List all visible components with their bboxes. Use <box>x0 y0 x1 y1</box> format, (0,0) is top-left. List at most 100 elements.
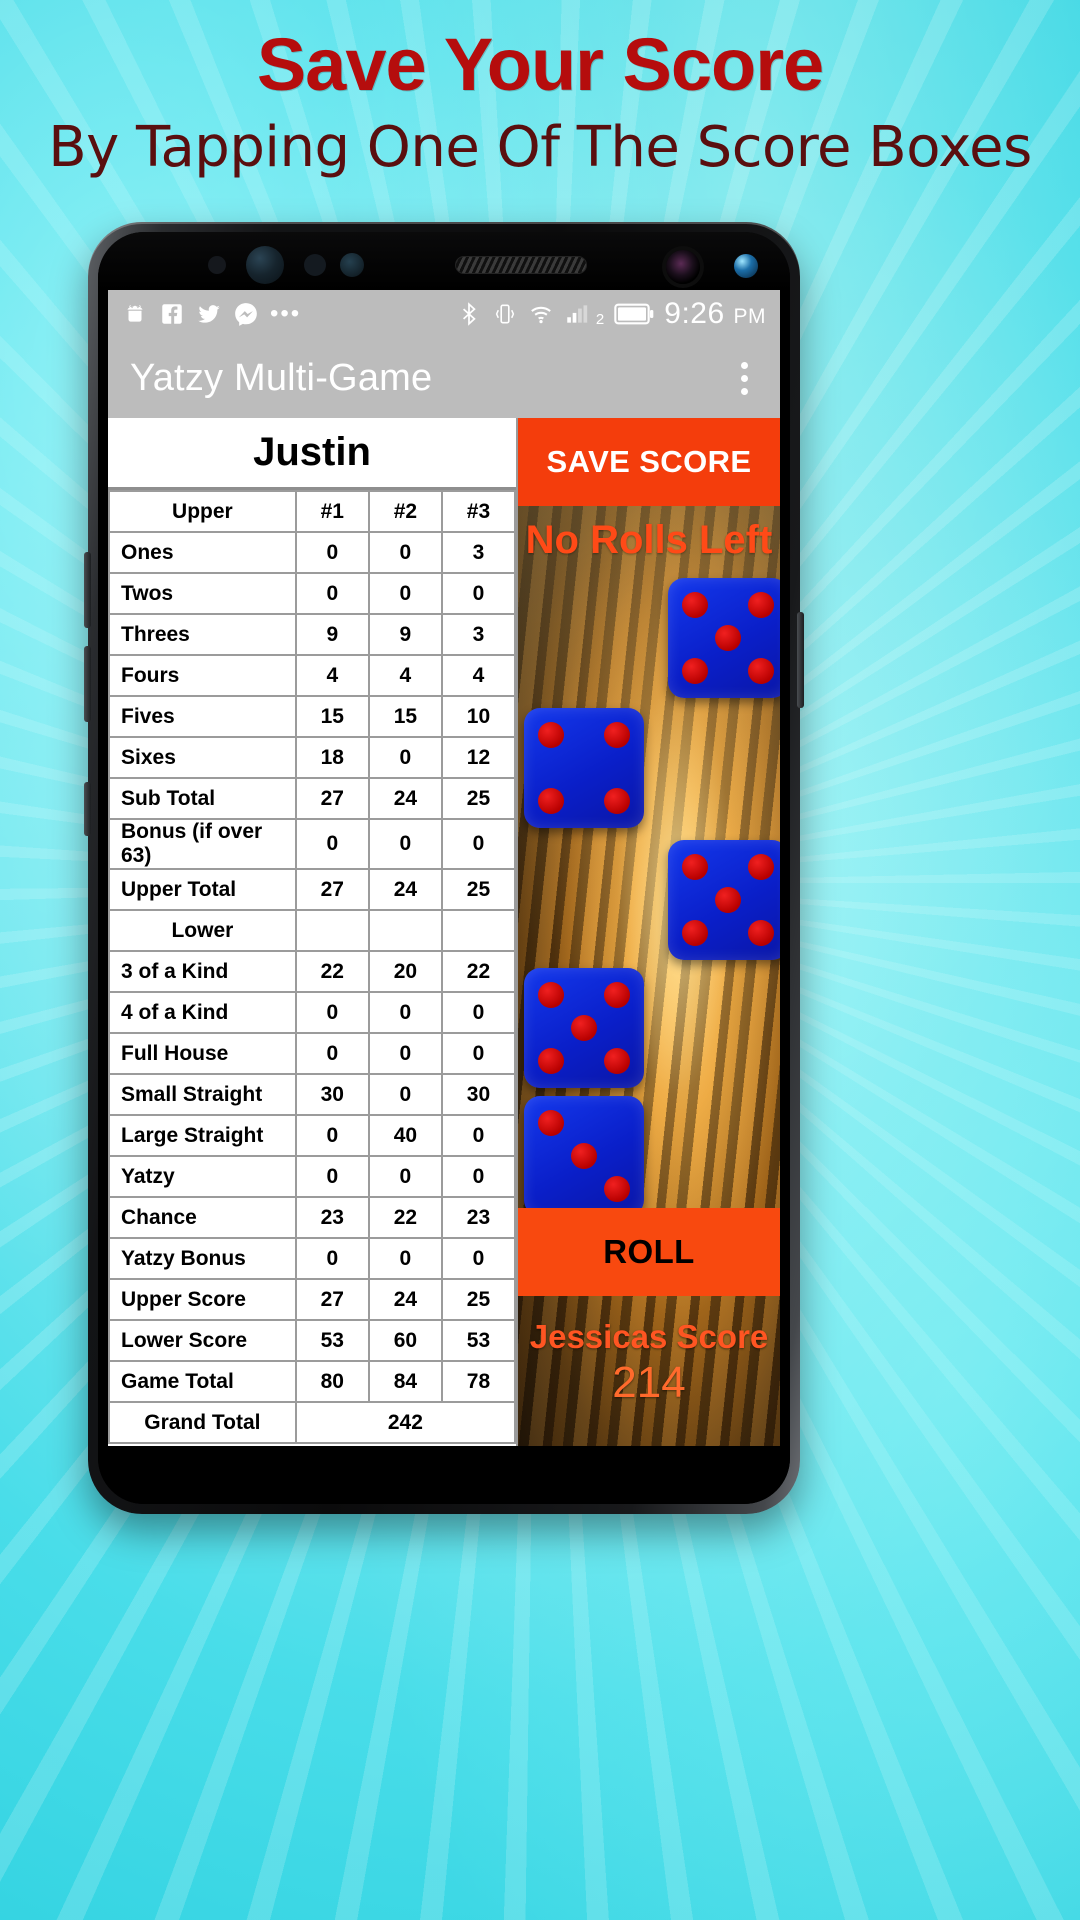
score-cell[interactable]: 18 <box>294 736 370 779</box>
die-5[interactable] <box>524 1096 644 1216</box>
score-cell[interactable]: 0 <box>294 991 370 1034</box>
score-cell[interactable]: 0 <box>367 572 443 615</box>
table-row: Small Straight 30 0 30 <box>108 1073 517 1116</box>
score-cell[interactable]: 22 <box>367 1196 443 1239</box>
score-cell[interactable]: 0 <box>294 531 370 574</box>
promo-text-block: Save Your Score By Tapping One Of The Sc… <box>0 0 1080 180</box>
score-cell[interactable]: 60 <box>367 1319 443 1362</box>
table-row: Upper Score 27 24 25 <box>108 1278 517 1321</box>
score-cell[interactable]: 0 <box>294 818 370 870</box>
table-row: Game Total 80 84 78 <box>108 1360 517 1403</box>
score-cell[interactable]: 0 <box>367 991 443 1034</box>
die-1[interactable] <box>668 578 780 698</box>
lower-header-row: Lower <box>108 909 517 952</box>
score-cell[interactable]: 0 <box>367 1073 443 1116</box>
score-cell[interactable]: 25 <box>440 868 517 911</box>
score-cell[interactable]: 12 <box>440 736 517 779</box>
score-cell[interactable]: 22 <box>440 950 517 993</box>
score-cell[interactable]: 0 <box>440 1155 517 1198</box>
iris-scanner-icon <box>246 246 284 284</box>
kebab-menu-icon[interactable] <box>731 354 758 403</box>
phone-top-bezel <box>98 232 790 290</box>
save-score-button[interactable]: SAVE SCORE <box>518 418 780 506</box>
score-cell[interactable]: 0 <box>367 1237 443 1280</box>
score-cell[interactable]: 40 <box>367 1114 443 1157</box>
score-cell[interactable]: 23 <box>294 1196 370 1239</box>
row-label: Bonus (if over 63) <box>108 818 297 870</box>
score-cell[interactable]: 4 <box>440 654 517 697</box>
score-cell[interactable]: 0 <box>294 572 370 615</box>
die-pip <box>682 592 708 618</box>
score-cell[interactable]: 27 <box>294 868 370 911</box>
volume-down-button[interactable] <box>84 646 91 722</box>
score-cell[interactable]: 0 <box>440 991 517 1034</box>
score-cell[interactable]: 0 <box>367 531 443 574</box>
score-cell[interactable]: 15 <box>294 695 370 738</box>
score-cell[interactable]: 0 <box>294 1032 370 1075</box>
score-cell[interactable]: 53 <box>294 1319 370 1362</box>
row-label: 4 of a Kind <box>108 991 297 1034</box>
facebook-icon <box>162 304 182 324</box>
die-pip <box>682 658 708 684</box>
score-cell[interactable]: 30 <box>294 1073 370 1116</box>
die-pip <box>538 1110 564 1136</box>
row-label: Yatzy <box>108 1155 297 1198</box>
die-3[interactable] <box>668 840 780 960</box>
score-cell[interactable]: 25 <box>440 1278 517 1321</box>
assistant-button[interactable] <box>84 782 91 836</box>
roll-button[interactable]: ROLL <box>518 1208 780 1296</box>
score-cell[interactable]: 9 <box>367 613 443 656</box>
score-cell[interactable]: 3 <box>440 613 517 656</box>
score-cell[interactable]: 24 <box>367 777 443 820</box>
table-row: Chance 23 22 23 <box>108 1196 517 1239</box>
die-pip <box>538 1048 564 1074</box>
score-cell[interactable]: 24 <box>367 868 443 911</box>
table-row: Lower Score 53 60 53 <box>108 1319 517 1362</box>
table-row: Full House 0 0 0 <box>108 1032 517 1075</box>
table-row: Yatzy 0 0 0 <box>108 1155 517 1198</box>
score-cell[interactable]: 80 <box>294 1360 370 1403</box>
row-label: Yatzy Bonus <box>108 1237 297 1280</box>
score-cell[interactable]: 84 <box>367 1360 443 1403</box>
iris-camera-icon <box>734 254 758 278</box>
score-cell[interactable]: 0 <box>440 572 517 615</box>
score-cell[interactable]: 0 <box>294 1155 370 1198</box>
score-cell[interactable]: 0 <box>367 1032 443 1075</box>
score-cell[interactable]: 53 <box>440 1319 517 1362</box>
score-cell[interactable]: 4 <box>294 654 370 697</box>
dice-tray <box>518 568 780 1216</box>
row-label: Fours <box>108 654 297 697</box>
score-cell[interactable]: 0 <box>440 1032 517 1075</box>
score-cell[interactable]: 24 <box>367 1278 443 1321</box>
volume-up-button[interactable] <box>84 552 91 628</box>
score-cell[interactable]: 78 <box>440 1360 517 1403</box>
die-2[interactable] <box>524 708 644 828</box>
promo-subline: By Tapping One Of The Score Boxes <box>48 115 1032 180</box>
score-cell[interactable]: 0 <box>294 1114 370 1157</box>
score-cell[interactable]: 25 <box>440 777 517 820</box>
score-cell[interactable]: 0 <box>294 1237 370 1280</box>
score-cell[interactable]: 20 <box>367 950 443 993</box>
score-cell[interactable]: 0 <box>367 818 443 870</box>
score-cell[interactable]: 3 <box>440 531 517 574</box>
score-cell[interactable]: 0 <box>440 1114 517 1157</box>
score-cell[interactable]: 30 <box>440 1073 517 1116</box>
row-label: Large Straight <box>108 1114 297 1157</box>
score-cell[interactable]: 0 <box>367 736 443 779</box>
score-cell[interactable]: 0 <box>440 818 517 870</box>
score-cell[interactable]: 15 <box>367 695 443 738</box>
score-cell[interactable]: 4 <box>367 654 443 697</box>
score-cell[interactable]: 10 <box>440 695 517 738</box>
row-label: 3 of a Kind <box>108 950 297 993</box>
score-cell[interactable]: 23 <box>440 1196 517 1239</box>
score-cell[interactable]: 9 <box>294 613 370 656</box>
score-cell[interactable]: 0 <box>367 1155 443 1198</box>
scorecard-table: Upper #1 #2 #3 Ones 0 0 3 Twos 0 0 0 Threes 9 9 3 Fours 4… <box>108 490 517 1444</box>
score-cell[interactable]: 22 <box>294 950 370 993</box>
die-4[interactable] <box>524 968 644 1088</box>
score-cell[interactable]: 27 <box>294 1278 370 1321</box>
power-button[interactable] <box>797 612 804 708</box>
signal-icon <box>567 305 588 323</box>
score-cell[interactable]: 0 <box>440 1237 517 1280</box>
score-cell[interactable]: 27 <box>294 777 370 820</box>
